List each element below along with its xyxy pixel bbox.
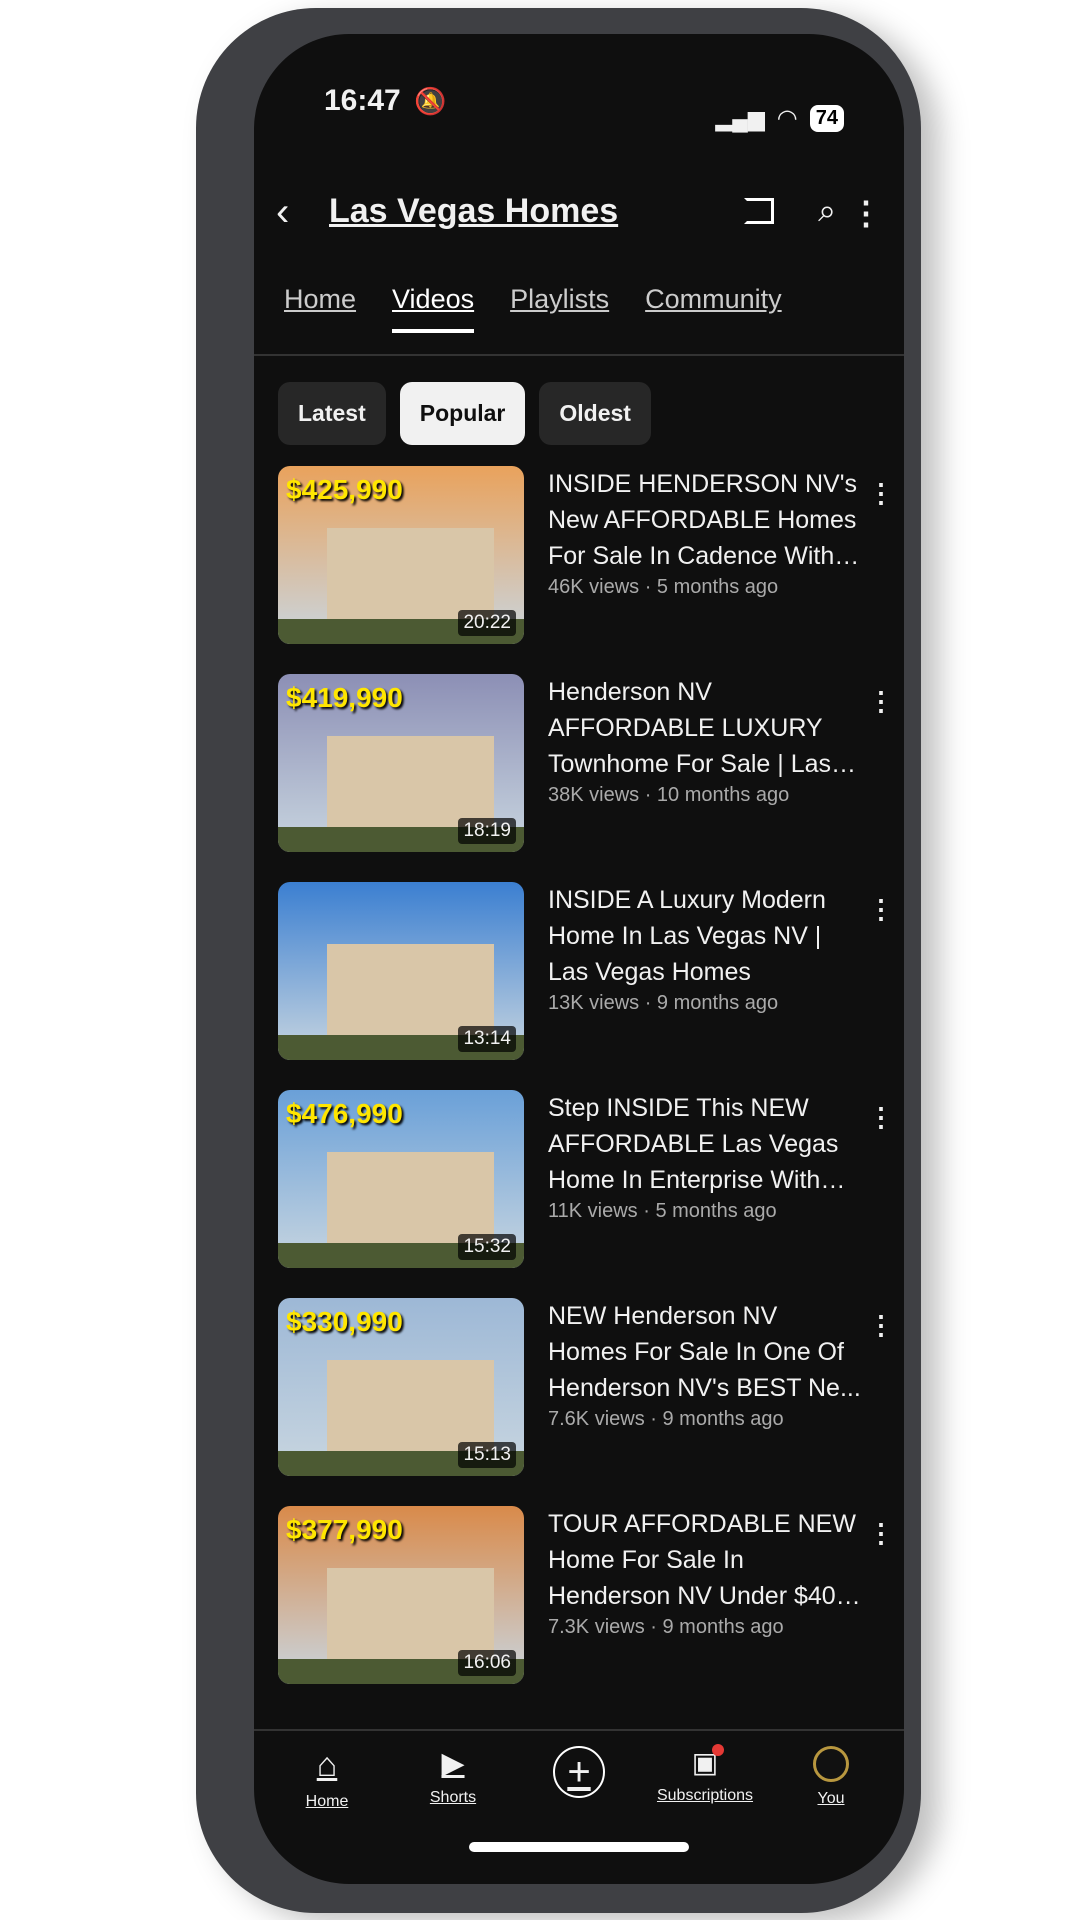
video-thumbnail[interactable]: $330,990 15:13 [278, 1298, 524, 1476]
nav-subscriptions[interactable]: ▣ Subscriptions [650, 1744, 760, 1811]
nav-home[interactable]: ⌂ Home [272, 1746, 382, 1811]
more-options-icon[interactable]: ⋮ [868, 896, 894, 922]
duration-badge: 15:13 [458, 1442, 516, 1468]
status-time: 16:47 [324, 84, 401, 117]
tab-home[interactable]: Home [284, 284, 356, 333]
duration-badge: 18:19 [458, 818, 516, 844]
duration-badge: 20:22 [458, 610, 516, 636]
chip-latest[interactable]: Latest [278, 382, 386, 445]
nav-label: Subscriptions [656, 1787, 754, 1804]
price-overlay: $377,990 [286, 1514, 403, 1545]
video-item[interactable]: $425,990 20:22 INSIDE HENDERSON NV's New… [278, 466, 894, 674]
video-title[interactable]: TOUR AFFORDABLE NEW Home For Sale In Hen… [548, 1506, 863, 1614]
price-overlay: $330,990 [286, 1306, 403, 1337]
duration-badge: 13:14 [458, 1026, 516, 1052]
video-item[interactable]: $419,990 18:19 Henderson NV AFFORDABLE L… [278, 674, 894, 882]
back-icon[interactable]: ‹ [276, 190, 289, 235]
video-stats: 13K views · 9 months ago [548, 992, 779, 1014]
nav-label: Home [305, 1793, 349, 1810]
price-overlay: $476,990 [286, 1098, 403, 1129]
wifi-icon: ◠ [776, 105, 798, 132]
status-icons: ▂▄▆ ◠ 74 [715, 104, 844, 133]
house-image [327, 1360, 495, 1455]
sort-chips: Latest Popular Oldest [278, 382, 651, 445]
channel-tabs: Home Videos Playlists Community [284, 284, 782, 333]
divider [254, 354, 904, 356]
duration-badge: 16:06 [458, 1650, 516, 1676]
home-icon: ⌂ [316, 1746, 338, 1784]
house-image [327, 1568, 495, 1663]
video-title[interactable]: INSIDE A Luxury Modern Home In Las Vegas… [548, 882, 863, 990]
video-item[interactable]: $476,990 15:32 Step INSIDE This NEW AFFO… [278, 1090, 894, 1298]
video-thumbnail[interactable]: $425,990 20:22 [278, 466, 524, 644]
channel-header: ‹ Las Vegas Homes ⌕ ⋮ [254, 184, 904, 244]
video-thumbnail[interactable]: $476,990 15:32 [278, 1090, 524, 1268]
price-overlay: $425,990 [286, 474, 403, 505]
screen: 16:47 🔕 ▂▄▆ ◠ 74 ‹ Las Vegas Homes ⌕ ⋮ H… [254, 34, 904, 1884]
nav-shorts[interactable]: ▶ Shorts [398, 1746, 508, 1811]
nav-label: You [817, 1790, 845, 1807]
more-options-icon[interactable]: ⋮ [850, 194, 882, 232]
house-image [327, 736, 495, 831]
search-icon[interactable]: ⌕ [818, 192, 836, 230]
nav-create[interactable]: + [524, 1746, 634, 1811]
avatar [813, 1746, 849, 1782]
house-image [327, 528, 495, 623]
video-thumbnail[interactable]: $377,990 16:06 [278, 1506, 524, 1684]
nav-label: Shorts [429, 1789, 477, 1806]
channel-title: Las Vegas Homes [329, 192, 619, 230]
more-options-icon[interactable]: ⋮ [868, 688, 894, 714]
tab-playlists[interactable]: Playlists [510, 284, 609, 333]
notification-dot [712, 1744, 725, 1756]
video-thumbnail[interactable]: 13:14 [278, 882, 524, 1060]
more-options-icon[interactable]: ⋮ [868, 1312, 894, 1338]
more-options-icon[interactable]: ⋮ [868, 480, 894, 506]
video-title[interactable]: Henderson NV AFFORDABLE LUXURY Townhome … [548, 674, 863, 782]
nav-you[interactable]: You [776, 1746, 886, 1811]
duration-badge: 15:32 [458, 1234, 516, 1260]
price-overlay: $419,990 [286, 682, 403, 713]
battery-indicator: 74 [809, 105, 844, 132]
subscriptions-icon: ▣ [692, 1744, 725, 1779]
video-stats: 7.3K views · 9 months ago [548, 1616, 784, 1638]
video-title[interactable]: Step INSIDE This NEW AFFORDABLE Las Vega… [548, 1090, 863, 1198]
video-stats: 7.6K views · 9 months ago [548, 1408, 784, 1430]
video-thumbnail[interactable]: $419,990 18:19 [278, 674, 524, 852]
video-list: $425,990 20:22 INSIDE HENDERSON NV's New… [278, 466, 894, 1714]
chip-oldest[interactable]: Oldest [539, 382, 651, 445]
signal-icon: ▂▄▆ [715, 105, 765, 131]
tab-videos[interactable]: Videos [392, 284, 475, 333]
video-title[interactable]: INSIDE HENDERSON NV's New AFFORDABLE Hom… [548, 466, 863, 574]
chip-popular[interactable]: Popular [399, 382, 526, 445]
bottom-nav: ⌂ Home ▶ Shorts + ▣ Subscriptions You [254, 1744, 904, 1811]
tab-community[interactable]: Community [645, 284, 782, 333]
video-item[interactable]: $330,990 15:13 NEW Henderson NV Homes Fo… [278, 1298, 894, 1506]
cast-icon[interactable] [744, 198, 774, 224]
bell-muted-icon: 🔕 [414, 86, 447, 116]
video-stats: 11K views · 5 months ago [548, 1200, 777, 1222]
video-item[interactable]: 13:14 INSIDE A Luxury Modern Home In Las… [278, 882, 894, 1090]
video-stats: 46K views · 5 months ago [548, 576, 779, 598]
divider [254, 1729, 904, 1731]
house-image [327, 944, 495, 1039]
video-title[interactable]: NEW Henderson NV Homes For Sale In One O… [548, 1298, 863, 1406]
more-options-icon[interactable]: ⋮ [868, 1520, 894, 1546]
video-stats: 38K views · 10 months ago [548, 784, 790, 806]
shorts-icon: ▶ [441, 1747, 465, 1780]
house-image [327, 1152, 495, 1247]
more-options-icon[interactable]: ⋮ [868, 1104, 894, 1130]
plus-circle-icon: + [553, 1746, 605, 1798]
video-item[interactable]: $377,990 16:06 TOUR AFFORDABLE NEW Home … [278, 1506, 894, 1714]
home-indicator[interactable] [469, 1842, 689, 1852]
